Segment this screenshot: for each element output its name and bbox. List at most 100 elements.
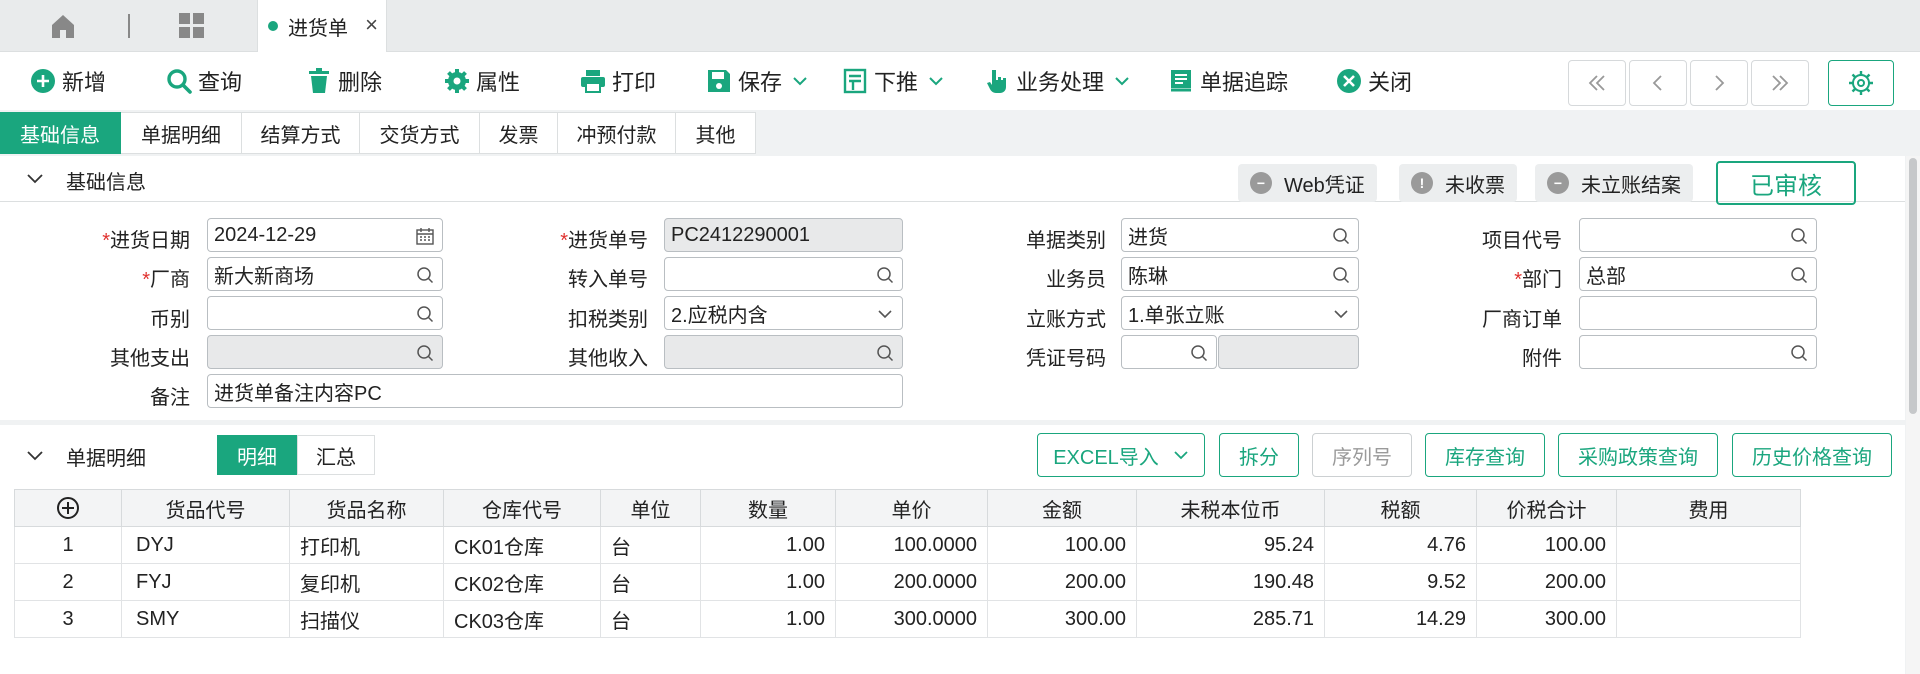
split-button[interactable]: 拆分 <box>1219 433 1299 477</box>
cell-item-code[interactable]: DYJ <box>121 526 290 564</box>
query-button[interactable]: 查询 <box>166 66 242 96</box>
subtab-settlement[interactable]: 结算方式 <box>242 112 360 154</box>
cell-unit[interactable]: 台 <box>600 526 701 564</box>
cell-item-code[interactable]: FYJ <box>121 563 290 601</box>
cell-fee[interactable] <box>1616 600 1801 638</box>
cell-item-name[interactable]: 打印机 <box>289 526 444 564</box>
cell-price[interactable]: 200.0000 <box>835 563 988 601</box>
cell-total[interactable]: 200.00 <box>1476 563 1617 601</box>
add-row-header[interactable] <box>14 489 122 527</box>
subtab-basic-info[interactable]: 基础信息 <box>0 112 121 154</box>
currency-field[interactable] <box>207 296 443 330</box>
chevron-down-icon[interactable] <box>1332 305 1350 323</box>
calendar-icon[interactable] <box>416 227 434 245</box>
cell-qty[interactable]: 1.00 <box>700 563 836 601</box>
home-icon[interactable] <box>48 12 78 40</box>
close-tab-icon[interactable]: × <box>365 14 378 36</box>
col-header[interactable]: 仓库代号 <box>443 489 601 527</box>
new-button[interactable]: 新增 <box>30 66 106 96</box>
chevron-down-icon[interactable] <box>876 305 894 323</box>
search-icon[interactable] <box>1332 227 1350 245</box>
account-method-select[interactable]: 1.单张立账 <box>1121 296 1359 330</box>
grid-icon[interactable] <box>178 12 206 40</box>
chevron-down-icon[interactable] <box>928 73 944 89</box>
cell-net-amount[interactable]: 95.24 <box>1136 526 1325 564</box>
search-icon[interactable] <box>1790 227 1808 245</box>
vendor-order-field[interactable] <box>1579 296 1817 330</box>
chevron-down-icon[interactable] <box>792 73 808 89</box>
attachment-field[interactable] <box>1579 335 1817 369</box>
cell-unit[interactable]: 台 <box>600 563 701 601</box>
search-icon[interactable] <box>1790 266 1808 284</box>
cell-warehouse[interactable]: CK01仓库 <box>443 526 601 564</box>
cell-total[interactable]: 100.00 <box>1476 526 1617 564</box>
cell-item-name[interactable]: 复印机 <box>289 563 444 601</box>
cell-unit[interactable]: 台 <box>600 600 701 638</box>
subtab-detail[interactable]: 单据明细 <box>121 112 242 154</box>
tab-purchase-order[interactable]: 进货单 × <box>257 0 387 52</box>
document-trace-button[interactable]: 单据追踪 <box>1168 66 1288 96</box>
push-down-button[interactable]: 下推 <box>842 66 944 96</box>
cell-amount[interactable]: 200.00 <box>987 563 1137 601</box>
plus-circle-icon[interactable] <box>56 496 80 520</box>
cell-qty[interactable]: 1.00 <box>700 526 836 564</box>
prev-record-button[interactable] <box>1629 60 1687 106</box>
col-header[interactable]: 未税本位币 <box>1136 489 1325 527</box>
cell-tax[interactable]: 9.52 <box>1324 563 1477 601</box>
print-button[interactable]: 打印 <box>580 66 656 96</box>
col-header[interactable]: 费用 <box>1616 489 1801 527</box>
cell-fee[interactable] <box>1616 526 1801 564</box>
chevron-down-icon[interactable] <box>26 449 44 463</box>
cell-total[interactable]: 300.00 <box>1476 600 1617 638</box>
search-icon[interactable] <box>1190 344 1208 362</box>
cell-tax[interactable]: 14.29 <box>1324 600 1477 638</box>
save-button[interactable]: 保存 <box>706 66 808 96</box>
cell-amount[interactable]: 100.00 <box>987 526 1137 564</box>
col-header[interactable]: 金额 <box>987 489 1137 527</box>
table-row[interactable]: 3 SMY 扫描仪 CK03仓库 台 1.00 300.0000 300.00 … <box>14 600 1801 638</box>
cell-net-amount[interactable]: 190.48 <box>1136 563 1325 601</box>
project-field[interactable] <box>1579 218 1817 252</box>
summary-toggle[interactable]: 汇总 <box>297 435 375 475</box>
subtab-invoice[interactable]: 发票 <box>480 112 558 154</box>
col-header[interactable]: 单位 <box>600 489 701 527</box>
cell-price[interactable]: 100.0000 <box>835 526 988 564</box>
chevron-down-icon[interactable] <box>26 172 44 186</box>
cell-price[interactable]: 300.0000 <box>835 600 988 638</box>
dept-field[interactable]: 总部 <box>1579 257 1817 291</box>
next-record-button[interactable] <box>1690 60 1748 106</box>
cell-item-code[interactable]: SMY <box>121 600 290 638</box>
table-row[interactable]: 2 FYJ 复印机 CK02仓库 台 1.00 200.0000 200.00 … <box>14 563 1801 601</box>
search-icon[interactable] <box>416 305 434 323</box>
properties-button[interactable]: 属性 <box>444 66 520 96</box>
search-icon[interactable] <box>876 266 894 284</box>
last-record-button[interactable] <box>1751 60 1809 106</box>
cell-tax[interactable]: 4.76 <box>1324 526 1477 564</box>
col-header[interactable]: 单价 <box>835 489 988 527</box>
cell-net-amount[interactable]: 285.71 <box>1136 600 1325 638</box>
cell-warehouse[interactable]: CK02仓库 <box>443 563 601 601</box>
vertical-scrollbar[interactable] <box>1906 156 1920 674</box>
chevron-down-icon[interactable] <box>1114 73 1130 89</box>
cell-fee[interactable] <box>1616 563 1801 601</box>
subtab-delivery[interactable]: 交货方式 <box>360 112 480 154</box>
search-icon[interactable] <box>1332 266 1350 284</box>
cell-amount[interactable]: 300.00 <box>987 600 1137 638</box>
price-history-button[interactable]: 历史价格查询 <box>1732 433 1892 477</box>
close-button[interactable]: 关闭 <box>1336 66 1412 96</box>
vendor-field[interactable]: 新大新商场 <box>207 257 443 291</box>
settings-button[interactable] <box>1828 60 1894 106</box>
col-header[interactable]: 货品名称 <box>289 489 444 527</box>
detail-toggle[interactable]: 明细 <box>217 435 297 475</box>
col-header[interactable]: 货品代号 <box>121 489 290 527</box>
cell-item-name[interactable]: 扫描仪 <box>289 600 444 638</box>
table-row[interactable]: 1 DYJ 打印机 CK01仓库 台 1.00 100.0000 100.00 … <box>14 526 1801 564</box>
search-icon[interactable] <box>416 266 434 284</box>
business-process-button[interactable]: 业务处理 <box>984 66 1130 96</box>
col-header[interactable]: 数量 <box>700 489 836 527</box>
search-icon[interactable] <box>1790 344 1808 362</box>
excel-import-button[interactable]: EXCEL导入 <box>1037 433 1205 477</box>
date-field[interactable]: 2024-12-29 <box>207 218 443 252</box>
first-record-button[interactable] <box>1568 60 1626 106</box>
subtab-prepayment[interactable]: 冲预付款 <box>558 112 676 154</box>
